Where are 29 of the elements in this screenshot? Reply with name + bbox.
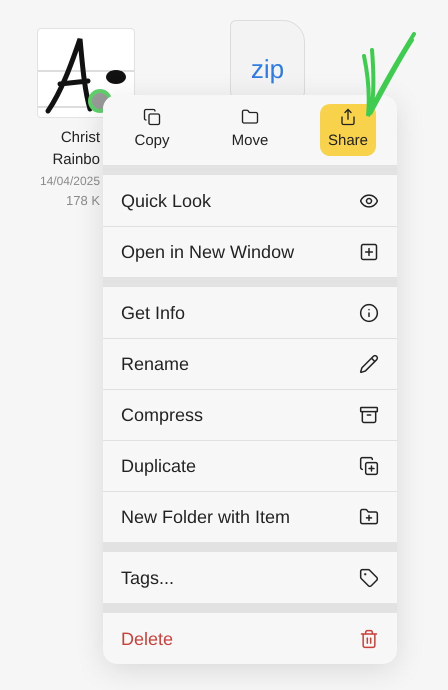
copy-icon: [143, 108, 161, 126]
file-size: 178 K: [66, 192, 100, 210]
menu-item[interactable]: New Folder with Item: [103, 491, 397, 542]
menu-action[interactable]: Share: [320, 104, 376, 156]
duplicate-icon: [359, 456, 379, 476]
menu-item[interactable]: Delete: [103, 613, 397, 664]
tag-icon: [359, 568, 379, 588]
zip-file-icon[interactable]: zip: [230, 20, 305, 98]
info-icon: [359, 303, 379, 323]
file-name: Christ: [60, 128, 100, 148]
archive-icon: [359, 405, 379, 425]
trash-icon: [359, 629, 379, 649]
share-icon: [339, 108, 357, 126]
file-type-label: zip: [250, 52, 284, 86]
menu-action[interactable]: Copy: [126, 104, 178, 156]
plus-square-icon: [359, 242, 379, 262]
menu-item[interactable]: Rename: [103, 338, 397, 389]
file-name: Rainbo: [52, 150, 100, 170]
menu-item[interactable]: Duplicate: [103, 440, 397, 491]
menu-item[interactable]: Compress: [103, 389, 397, 440]
folder-plus-icon: [359, 507, 379, 527]
menu-item[interactable]: Get Info: [103, 287, 397, 338]
folder-icon: [241, 108, 259, 126]
menu-item[interactable]: Quick Look: [103, 175, 397, 226]
menu-action[interactable]: Move: [224, 104, 276, 156]
menu-item[interactable]: Open in New Window: [103, 226, 397, 277]
file-date: 14/04/2025: [40, 173, 100, 190]
menu-item[interactable]: Tags...: [103, 552, 397, 603]
pencil-icon: [359, 354, 379, 374]
